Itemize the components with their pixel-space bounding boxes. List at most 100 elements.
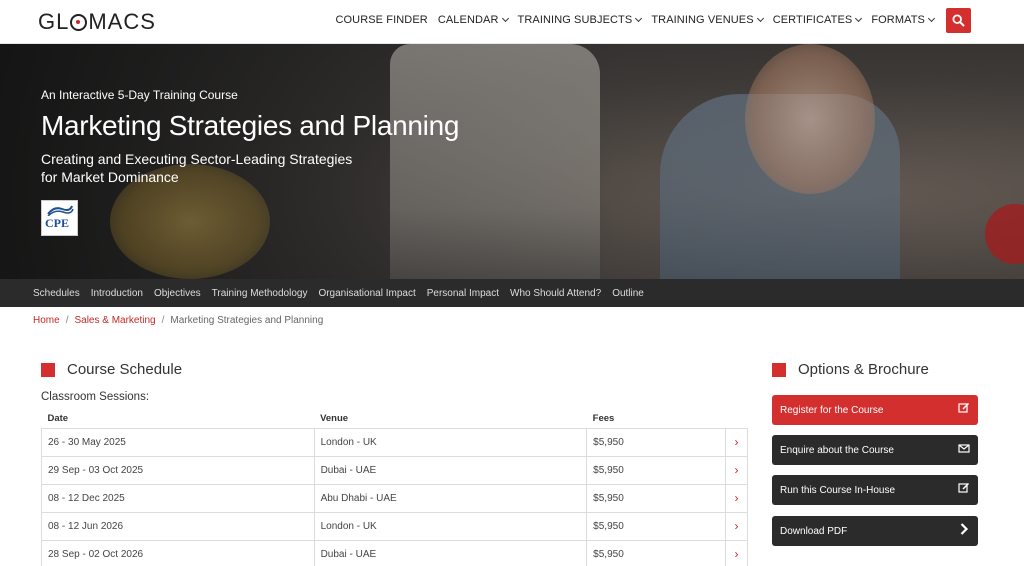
nav-training-subjects[interactable]: TRAINING SUBJECTS	[517, 14, 643, 26]
section-title: Options & Brochure	[798, 361, 929, 378]
cpe-badge[interactable]: CPE	[41, 200, 78, 236]
nav-certificates[interactable]: CERTIFICATES	[772, 14, 863, 26]
schedule-table: Date Venue Fees 26 - 30 May 2025 London …	[41, 409, 748, 566]
column-header-fees: Fees	[592, 412, 615, 424]
subnav-training-methodology[interactable]: Training Methodology	[212, 288, 308, 299]
button-label: Register for the Course	[780, 404, 884, 416]
envelope-icon	[958, 444, 970, 453]
course-schedule-heading: Course Schedule	[41, 361, 182, 378]
hero-photo-shape	[985, 204, 1024, 264]
breadcrumb-home[interactable]: Home	[33, 315, 60, 326]
register-course-button[interactable]: Register for the Course	[772, 395, 978, 425]
column-header-venue: Venue	[320, 412, 349, 424]
glomacs-logo[interactable]: GL MACS	[38, 9, 156, 35]
table-row[interactable]: 28 Sep - 02 Oct 2026 Dubai - UAE $5,950 …	[41, 539, 748, 566]
page-title: Marketing Strategies and Planning	[41, 110, 460, 141]
nav-formats[interactable]: FORMATS	[871, 14, 936, 26]
edit-icon	[958, 482, 970, 493]
chevron-down-icon	[855, 14, 863, 22]
breadcrumb-separator: /	[161, 315, 165, 326]
top-header: GL MACS COURSE FINDER CALENDAR TRAINING S…	[0, 0, 1024, 44]
hero-photo-shape	[390, 44, 600, 279]
chevron-right-icon[interactable]: ›	[725, 511, 748, 541]
red-square-icon	[772, 362, 786, 377]
nav-label: CALENDAR	[437, 14, 499, 26]
subnav-who-should-attend[interactable]: Who Should Attend?	[510, 288, 601, 299]
subnav-outline[interactable]: Outline	[612, 288, 644, 299]
cpe-badge-text: CPE	[45, 216, 69, 230]
chevron-right-icon[interactable]: ›	[725, 455, 748, 485]
cpe-waves-icon	[47, 205, 74, 216]
chevron-down-icon	[501, 14, 509, 22]
nav-training-venues[interactable]: TRAINING VENUES	[651, 14, 764, 26]
button-label: Enquire about the Course	[780, 444, 894, 456]
chevron-down-icon	[635, 14, 643, 22]
subnav-schedules[interactable]: Schedules	[33, 288, 80, 299]
main-nav: COURSE FINDER CALENDAR TRAINING SUBJECTS…	[335, 14, 936, 26]
logo-text-end: MACS	[88, 9, 156, 34]
session-date: 26 - 30 May 2025	[41, 427, 315, 457]
nav-label: TRAINING VENUES	[651, 14, 754, 26]
nav-course-finder[interactable]: COURSE FINDER	[335, 14, 427, 26]
classroom-sessions-label: Classroom Sessions:	[41, 391, 150, 403]
chevron-right-icon	[960, 523, 969, 535]
session-venue: Dubai - UAE	[313, 539, 588, 566]
session-venue: Dubai - UAE	[313, 455, 588, 485]
chevron-right-icon[interactable]: ›	[725, 483, 748, 513]
column-header-date: Date	[47, 412, 69, 424]
logo-text-start: GL	[38, 9, 70, 34]
hero-banner: An Interactive 5-Day Training Course Mar…	[0, 44, 1024, 279]
breadcrumb: Home / Sales & Marketing / Marketing Str…	[33, 315, 323, 326]
enquire-course-button[interactable]: Enquire about the Course	[772, 435, 978, 465]
chevron-right-icon[interactable]: ›	[725, 539, 748, 566]
download-pdf-button[interactable]: Download PDF	[772, 516, 978, 546]
table-header-row: Date Venue Fees	[42, 409, 748, 428]
nav-label: CERTIFICATES	[772, 14, 853, 26]
session-date: 29 Sep - 03 Oct 2025	[41, 455, 315, 485]
session-fee: $5,950	[586, 455, 726, 485]
session-date: 28 Sep - 02 Oct 2026	[41, 539, 315, 566]
breadcrumb-separator: /	[65, 315, 69, 326]
search-icon	[952, 14, 965, 27]
options-brochure-heading: Options & Brochure	[772, 361, 929, 378]
session-venue: London - UK	[313, 427, 588, 457]
button-label: Run this Course In-House	[780, 484, 896, 496]
subnav-introduction[interactable]: Introduction	[91, 288, 143, 299]
logo-o-icon	[70, 14, 88, 31]
session-date: 08 - 12 Dec 2025	[41, 483, 315, 513]
session-venue: Abu Dhabi - UAE	[313, 483, 588, 513]
table-row[interactable]: 08 - 12 Dec 2025 Abu Dhabi - UAE $5,950 …	[41, 483, 748, 513]
session-fee: $5,950	[586, 539, 726, 566]
chevron-right-icon[interactable]: ›	[725, 427, 748, 457]
nav-label: TRAINING SUBJECTS	[517, 14, 633, 26]
subnav-objectives[interactable]: Objectives	[154, 288, 201, 299]
breadcrumb-category[interactable]: Sales & Marketing	[74, 315, 155, 326]
chevron-down-icon	[927, 14, 936, 22]
hero-photo-shape	[745, 44, 875, 194]
search-button[interactable]	[946, 8, 971, 33]
hero-tagline: An Interactive 5-Day Training Course	[41, 88, 238, 102]
column-header-action	[726, 409, 748, 428]
nav-label: COURSE FINDER	[335, 14, 428, 26]
table-row[interactable]: 26 - 30 May 2025 London - UK $5,950 ›	[41, 427, 748, 457]
table-row[interactable]: 29 Sep - 03 Oct 2025 Dubai - UAE $5,950 …	[41, 455, 748, 485]
session-fee: $5,950	[586, 483, 726, 513]
session-fee: $5,950	[586, 511, 726, 541]
edit-icon	[958, 402, 970, 413]
section-title: Course Schedule	[67, 361, 183, 378]
section-nav: Schedules Introduction Objectives Traini…	[0, 279, 1024, 307]
run-in-house-button[interactable]: Run this Course In-House	[772, 475, 978, 505]
chevron-down-icon	[756, 14, 764, 22]
nav-label: FORMATS	[871, 14, 925, 26]
session-date: 08 - 12 Jun 2026	[41, 511, 315, 541]
breadcrumb-current: Marketing Strategies and Planning	[170, 315, 324, 326]
table-row[interactable]: 08 - 12 Jun 2026 London - UK $5,950 ›	[41, 511, 748, 541]
nav-calendar[interactable]: CALENDAR	[437, 14, 509, 26]
subnav-organisational-impact[interactable]: Organisational Impact	[318, 288, 415, 299]
session-venue: London - UK	[313, 511, 588, 541]
button-label: Download PDF	[780, 525, 848, 537]
red-square-icon	[41, 362, 55, 377]
session-fee: $5,950	[586, 427, 726, 457]
subnav-personal-impact[interactable]: Personal Impact	[427, 288, 499, 299]
hero-subtitle: Creating and Executing Sector-Leading St…	[41, 151, 353, 185]
